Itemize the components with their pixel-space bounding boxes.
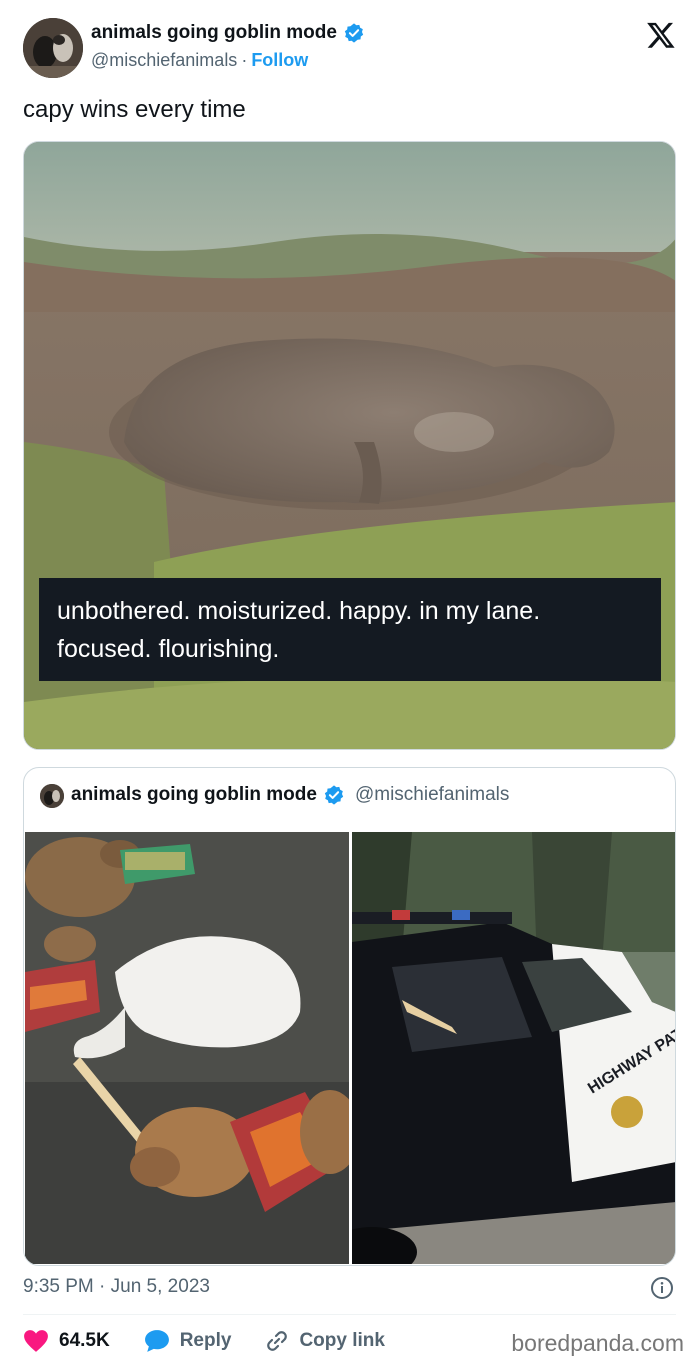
quoted-author-row: animals going goblin mode @mischiefanima… [71, 784, 509, 806]
heart-icon [24, 1330, 48, 1352]
quoted-author-avatar[interactable] [40, 784, 64, 808]
meme-caption: unbothered. moisturized. happy. in my la… [39, 578, 661, 681]
verified-badge-icon [324, 785, 344, 805]
author-handle[interactable]: @mischiefanimals [91, 50, 237, 70]
reply-bubble-icon [144, 1330, 169, 1352]
reply-button[interactable]: Reply [144, 1329, 232, 1353]
tweet-text: capy wins every time [23, 96, 246, 123]
footer-divider [23, 1314, 676, 1315]
tweet-timestamp[interactable]: 9:35 PM · Jun 5, 2023 [23, 1276, 210, 1298]
source-watermark: boredpanda.com [511, 1330, 684, 1356]
quoted-author-name[interactable]: animals going goblin mode [71, 784, 317, 806]
tweet-actions: 64.5K Reply Copy link [23, 1326, 419, 1356]
like-button[interactable]: 64.5K [23, 1329, 110, 1353]
quoted-image-pelican-capybaras[interactable] [25, 832, 349, 1264]
verified-badge-icon [344, 23, 364, 43]
caption-line-1: unbothered. moisturized. happy. in my la… [57, 597, 541, 625]
author-handle-row: @mischiefanimals · Follow [91, 50, 308, 71]
like-count: 64.5K [59, 1330, 110, 1351]
tweet-media-image[interactable]: unbothered. moisturized. happy. in my la… [23, 141, 676, 750]
caption-line-2: focused. flourishing. [57, 635, 280, 663]
copy-link-label: Copy link [299, 1330, 385, 1351]
tweet-card: animals going goblin mode @mischiefanima… [0, 0, 700, 1367]
author-avatar[interactable] [23, 18, 83, 78]
quoted-author-handle[interactable]: @mischiefanimals [355, 784, 509, 806]
separator-dot: · [241, 50, 248, 70]
quoted-tweet[interactable]: animals going goblin mode @mischiefanima… [23, 767, 676, 1266]
author-name[interactable]: animals going goblin mode [91, 22, 337, 44]
copy-link-button[interactable]: Copy link [265, 1329, 385, 1353]
x-logo-icon[interactable] [646, 20, 676, 50]
follow-button[interactable]: Follow [251, 50, 308, 70]
author-name-row: animals going goblin mode [91, 22, 365, 44]
link-icon [267, 1331, 288, 1351]
reply-label: Reply [179, 1330, 232, 1351]
info-icon[interactable] [650, 1276, 674, 1300]
quoted-image-pelican-patrol-car[interactable]: HIGHWAY PATROL [352, 832, 675, 1264]
